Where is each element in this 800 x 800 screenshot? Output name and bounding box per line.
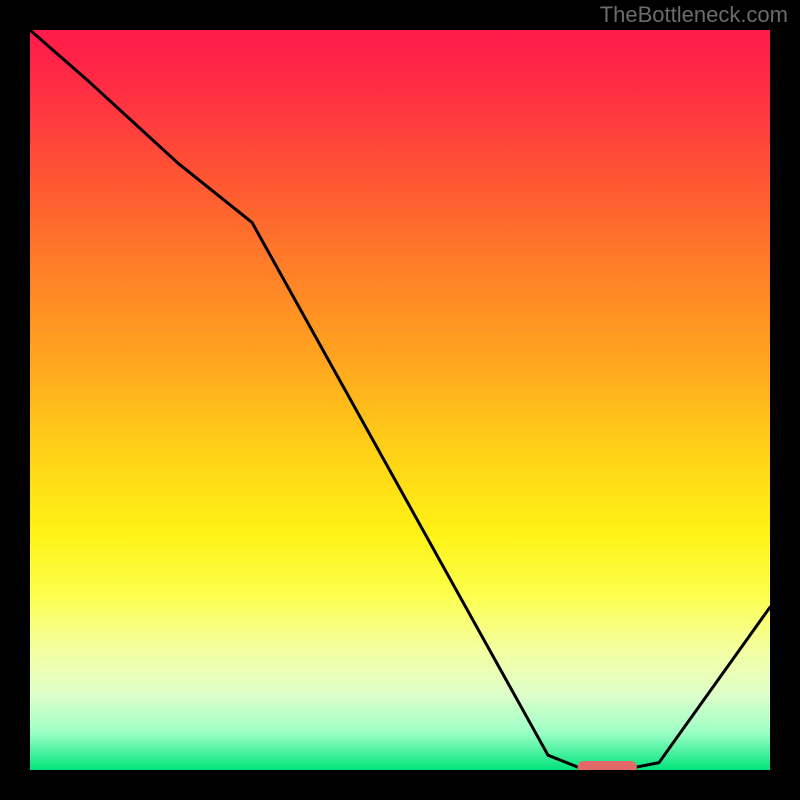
bottleneck-curve-path	[30, 30, 770, 770]
chart-svg	[30, 30, 770, 770]
plot-area	[30, 30, 770, 770]
watermark-text: TheBottleneck.com	[600, 2, 788, 28]
optimal-range-marker	[578, 761, 637, 770]
